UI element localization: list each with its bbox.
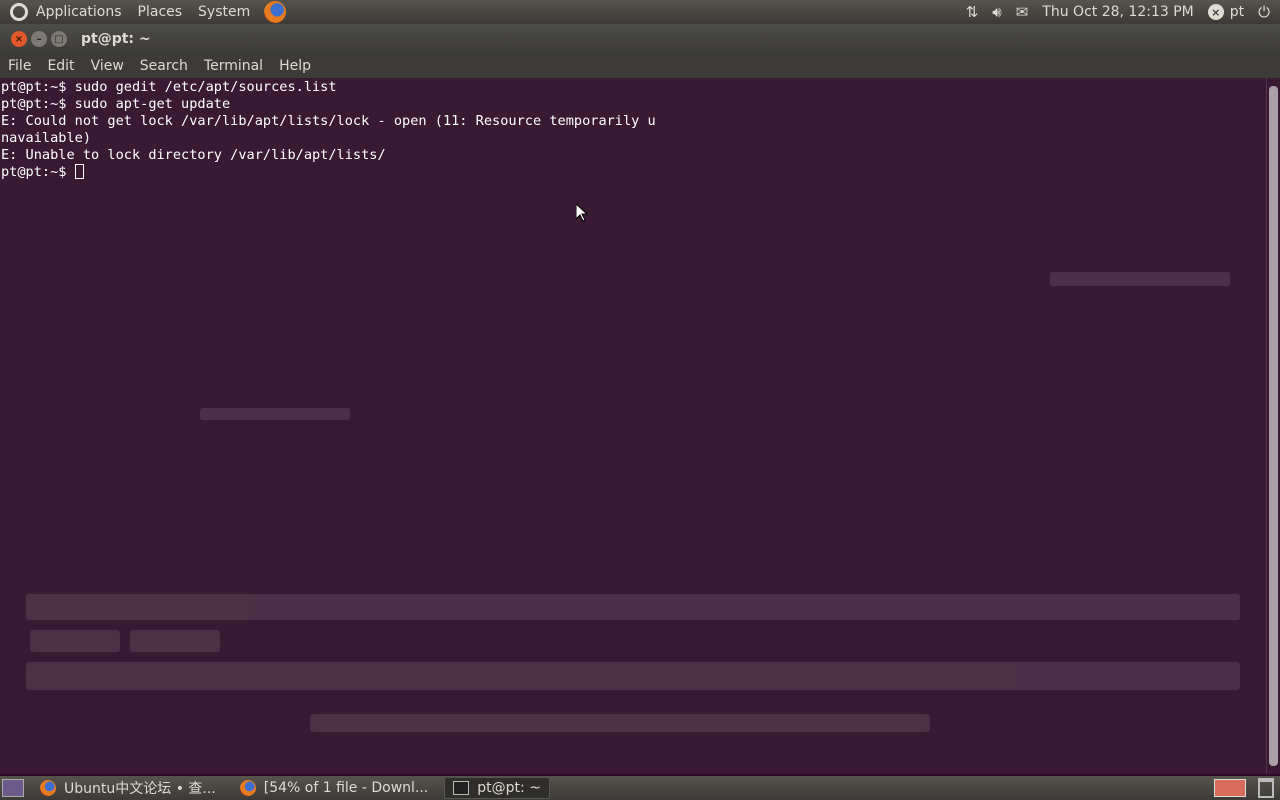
mail-icon[interactable]: ✉ (1016, 3, 1029, 21)
applications-menu-label: Applications (36, 4, 122, 20)
ubuntu-logo-icon (10, 3, 28, 21)
terminal-line: E: Could not get lock /var/lib/apt/lists… (1, 113, 656, 129)
terminal-line: pt@pt:~$ sudo apt-get update (1, 96, 231, 112)
user-status-icon: × (1207, 4, 1224, 20)
taskbar-item-label: Ubuntu中文论坛 • 查... (64, 781, 216, 797)
terminal-output: pt@pt:~$ sudo gedit /etc/apt/sources.lis… (0, 78, 1266, 181)
firefox-launcher-icon[interactable] (264, 1, 287, 23)
applications-menu[interactable]: Applications (0, 0, 130, 24)
taskbar-item-label: pt@pt: ~ (477, 780, 541, 796)
taskbar-item-downloads[interactable]: [54% of 1 file - Downl... (232, 777, 437, 799)
show-desktop-icon[interactable] (2, 779, 24, 797)
maximize-window-icon[interactable]: □ (51, 31, 67, 47)
menu-edit[interactable]: Edit (39, 58, 82, 74)
menu-file[interactable]: File (0, 58, 39, 74)
terminal-menubar: File Edit View Search Terminal Help (0, 54, 1280, 78)
clock[interactable]: Thu Oct 28, 12:13 PM (1042, 4, 1193, 20)
menu-terminal[interactable]: Terminal (196, 58, 271, 74)
minimize-window-icon[interactable]: – (31, 31, 47, 47)
power-icon[interactable]: ⏻ (1258, 3, 1270, 21)
close-window-icon[interactable]: × (11, 31, 27, 47)
user-menu[interactable]: × pt (1207, 4, 1245, 20)
system-tray: ⇅ 🔊︎ ✉ Thu Oct 28, 12:13 PM × pt ⏻ (966, 0, 1280, 24)
text-cursor (74, 164, 84, 179)
system-menu[interactable]: System (190, 0, 258, 24)
firefox-icon (239, 780, 256, 796)
taskbar-item-terminal[interactable]: pt@pt: ~ (444, 777, 550, 799)
menu-search[interactable]: Search (132, 58, 196, 74)
terminal-view[interactable]: pt@pt:~$ sudo gedit /etc/apt/sources.lis… (0, 78, 1266, 774)
bottom-panel: Ubuntu中文论坛 • 查... [54% of 1 file - Downl… (0, 776, 1280, 800)
network-icon[interactable]: ⇅ (966, 3, 979, 21)
terminal-icon (453, 781, 470, 795)
workspace-switcher[interactable] (1214, 779, 1246, 797)
firefox-icon (40, 780, 56, 796)
trash-icon[interactable] (1258, 778, 1274, 798)
taskbar-item-forum[interactable]: Ubuntu中文论坛 • 查... (32, 777, 224, 799)
translucent-background (0, 78, 1266, 774)
volume-icon[interactable]: 🔊︎ (992, 3, 1001, 21)
menu-view[interactable]: View (83, 58, 132, 74)
terminal-line: navailable) (1, 130, 92, 146)
terminal-prompt-line: pt@pt:~$ (1, 164, 1266, 181)
scrollbar-thumb[interactable] (1269, 86, 1278, 766)
terminal-line: pt@pt:~$ sudo gedit /etc/apt/sources.lis… (1, 79, 337, 95)
window-titlebar[interactable]: × – □ pt@pt: ~ (0, 24, 1280, 54)
terminal-line: E: Unable to lock directory /var/lib/apt… (1, 147, 386, 163)
terminal-prompt: pt@pt:~$ (1, 164, 75, 180)
user-name: pt (1229, 4, 1245, 20)
taskbar-item-label: [54% of 1 file - Downl... (263, 780, 429, 796)
menu-help[interactable]: Help (271, 58, 319, 74)
top-panel: Applications Places System ⇅ 🔊︎ ✉ Thu Oc… (0, 0, 1280, 24)
system-menu-label: System (198, 4, 251, 20)
terminal-scrollbar[interactable] (1266, 78, 1280, 774)
places-menu-label: Places (137, 4, 183, 20)
places-menu[interactable]: Places (130, 0, 191, 24)
window-title: pt@pt: ~ (81, 31, 151, 47)
